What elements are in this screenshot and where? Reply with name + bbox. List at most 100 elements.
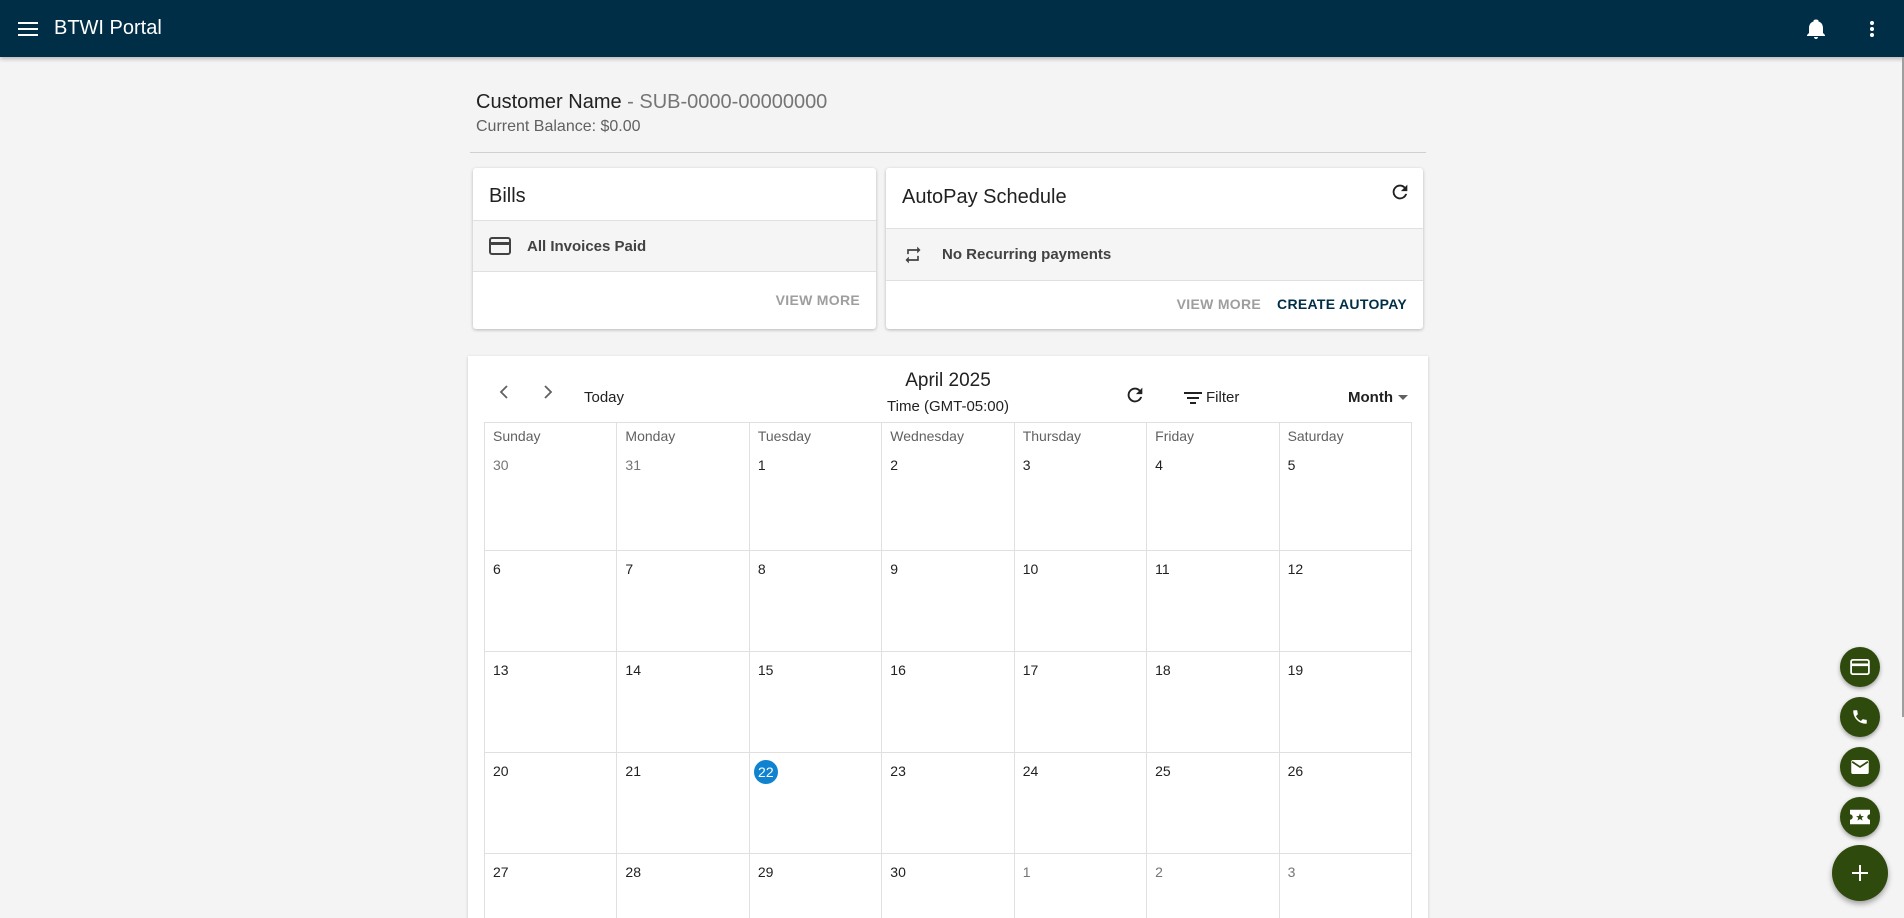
customer-title: Customer Name - SUB-0000-00000000 <box>476 89 1430 115</box>
calendar-day-today[interactable]: 22 <box>749 753 883 854</box>
ticket-fab[interactable] <box>1840 797 1880 837</box>
calendar-day-cell[interactable]: 31 <box>617 450 750 551</box>
calendar-day-cell[interactable]: 10 <box>1014 551 1148 652</box>
day-number: 17 <box>1022 662 1039 678</box>
calendar-day-cell[interactable]: 2 <box>882 450 1015 551</box>
bills-status: All Invoices Paid <box>527 237 647 255</box>
day-number: 11 <box>1155 561 1170 577</box>
email-icon <box>1851 760 1869 774</box>
pay-bill-fab[interactable] <box>1840 647 1880 687</box>
calendar-day-cell[interactable]: 12 <box>1279 551 1412 652</box>
weekday-label: Wednesday <box>882 423 1015 450</box>
day-number: 25 <box>1155 763 1171 779</box>
calendar-day-cell[interactable]: 17 <box>1014 652 1148 753</box>
day-number: 2 <box>890 457 899 473</box>
app-bar: BTWI Portal <box>0 0 1904 57</box>
day-number: 4 <box>1155 457 1163 473</box>
calendar-day-cell[interactable]: 27 <box>485 854 618 918</box>
day-number: 14 <box>625 662 641 678</box>
calendar-day-cell[interactable]: 1 <box>1015 854 1148 918</box>
customer-name: Customer Name <box>476 91 622 113</box>
day-number: 1 <box>1022 864 1031 880</box>
calendar-day-cell[interactable]: 21 <box>617 753 750 854</box>
calendar-day-cell[interactable]: 15 <box>749 652 883 753</box>
credit-card-icon <box>1850 659 1870 675</box>
weekday-label: Monday <box>617 423 750 450</box>
dropdown-arrow-icon <box>1397 395 1408 400</box>
bills-status-row: All Invoices Paid <box>473 220 876 272</box>
weekday-header: Sunday Monday Tuesday Wednesday Thursday Frid… <box>485 423 1412 450</box>
calendar-refresh-icon[interactable] <box>1124 384 1148 408</box>
day-number: 26 <box>1287 763 1304 779</box>
day-number: 1 <box>757 457 766 473</box>
day-number: 30 <box>493 457 509 473</box>
calendar-day-cell[interactable]: 7 <box>617 551 750 652</box>
calendar-day-cell[interactable]: 1 <box>749 450 883 551</box>
day-number: 30 <box>890 864 906 880</box>
bills-title: Bills <box>489 185 526 207</box>
header-divider <box>470 152 1426 153</box>
calendar-day-cell[interactable]: 9 <box>882 551 1015 652</box>
calendar-day-cell[interactable]: 8 <box>749 551 883 652</box>
more-vert-icon[interactable] <box>1854 11 1890 47</box>
day-number: 18 <box>1155 662 1171 678</box>
calendar-day-cell[interactable]: 16 <box>882 652 1015 753</box>
autopay-view-more-button[interactable]: VIEW MORE <box>1177 296 1261 312</box>
calendar-week-row: 30 31 1 2 3 4 5 <box>485 450 1412 551</box>
calendar-day-cell[interactable]: 30 <box>882 854 1015 918</box>
calendar-week-row: 20 21 22 23 24 25 26 <box>485 753 1412 854</box>
day-number: 2 <box>1155 864 1163 880</box>
credit-card-icon <box>489 237 511 255</box>
filter-button[interactable]: Filter <box>1184 389 1239 406</box>
calendar-day-cell[interactable]: 13 <box>485 652 618 753</box>
timezone-label: Time (GMT-05:00) <box>887 398 1009 415</box>
calendar-day-cell[interactable]: 14 <box>617 652 750 753</box>
day-number: 8 <box>757 561 766 577</box>
filter-icon <box>1184 391 1202 404</box>
current-balance: Current Balance: $0.00 <box>476 118 641 135</box>
repeat-icon <box>902 245 924 265</box>
call-fab[interactable] <box>1840 697 1880 737</box>
calendar-day-cell[interactable]: 5 <box>1279 450 1412 551</box>
calendar-day-cell[interactable]: 26 <box>1279 753 1412 854</box>
create-autopay-button[interactable]: CREATE AUTOPAY <box>1277 296 1407 312</box>
day-number: 9 <box>890 561 899 577</box>
calendar-day-cell[interactable]: 3 <box>1014 450 1148 551</box>
day-number: 10 <box>1022 561 1039 577</box>
calendar-day-cell[interactable]: 29 <box>750 854 883 918</box>
email-fab[interactable] <box>1840 747 1880 787</box>
calendar-day-cell[interactable]: 24 <box>1014 753 1148 854</box>
calendar-week-row: 6 7 8 9 10 11 12 <box>485 551 1412 652</box>
view-select[interactable]: Month <box>1348 389 1408 406</box>
day-number: 3 <box>1287 864 1296 880</box>
calendar-day-cell[interactable]: 30 <box>485 450 618 551</box>
weekday-label: Thursday <box>1015 423 1148 450</box>
refresh-icon[interactable] <box>1389 181 1411 203</box>
calendar-day-cell[interactable]: 3 <box>1280 854 1412 918</box>
calendar-day-cell[interactable]: 4 <box>1147 450 1280 551</box>
day-number: 29 <box>757 864 774 880</box>
calendar-day-cell[interactable]: 11 <box>1147 551 1280 652</box>
bell-icon[interactable] <box>1798 11 1834 47</box>
calendar-day-cell[interactable]: 20 <box>485 753 618 854</box>
day-number: 23 <box>890 763 906 779</box>
day-number: 20 <box>493 763 509 779</box>
menu-icon[interactable] <box>14 15 42 43</box>
calendar-week-row: 13 14 15 16 17 18 19 <box>485 652 1412 753</box>
autopay-status: No Recurring payments <box>942 246 1112 263</box>
customer-header: Customer Name - SUB-0000-00000000 Curren… <box>470 57 1430 153</box>
day-number: 12 <box>1287 561 1304 577</box>
add-fab[interactable] <box>1832 845 1888 901</box>
calendar-day-cell[interactable]: 19 <box>1279 652 1412 753</box>
ticket-icon <box>1850 809 1870 825</box>
day-number: 28 <box>625 864 641 880</box>
calendar-day-cell[interactable]: 23 <box>882 753 1015 854</box>
calendar-day-cell[interactable]: 28 <box>617 854 750 918</box>
phone-icon <box>1851 708 1869 726</box>
subscriber-id: - SUB-0000-00000000 <box>627 91 828 113</box>
calendar-day-cell[interactable]: 25 <box>1147 753 1280 854</box>
calendar-day-cell[interactable]: 6 <box>485 551 618 652</box>
calendar-day-cell[interactable]: 2 <box>1147 854 1280 918</box>
calendar-day-cell[interactable]: 18 <box>1147 652 1280 753</box>
bills-view-more-button[interactable]: VIEW MORE <box>776 292 860 308</box>
